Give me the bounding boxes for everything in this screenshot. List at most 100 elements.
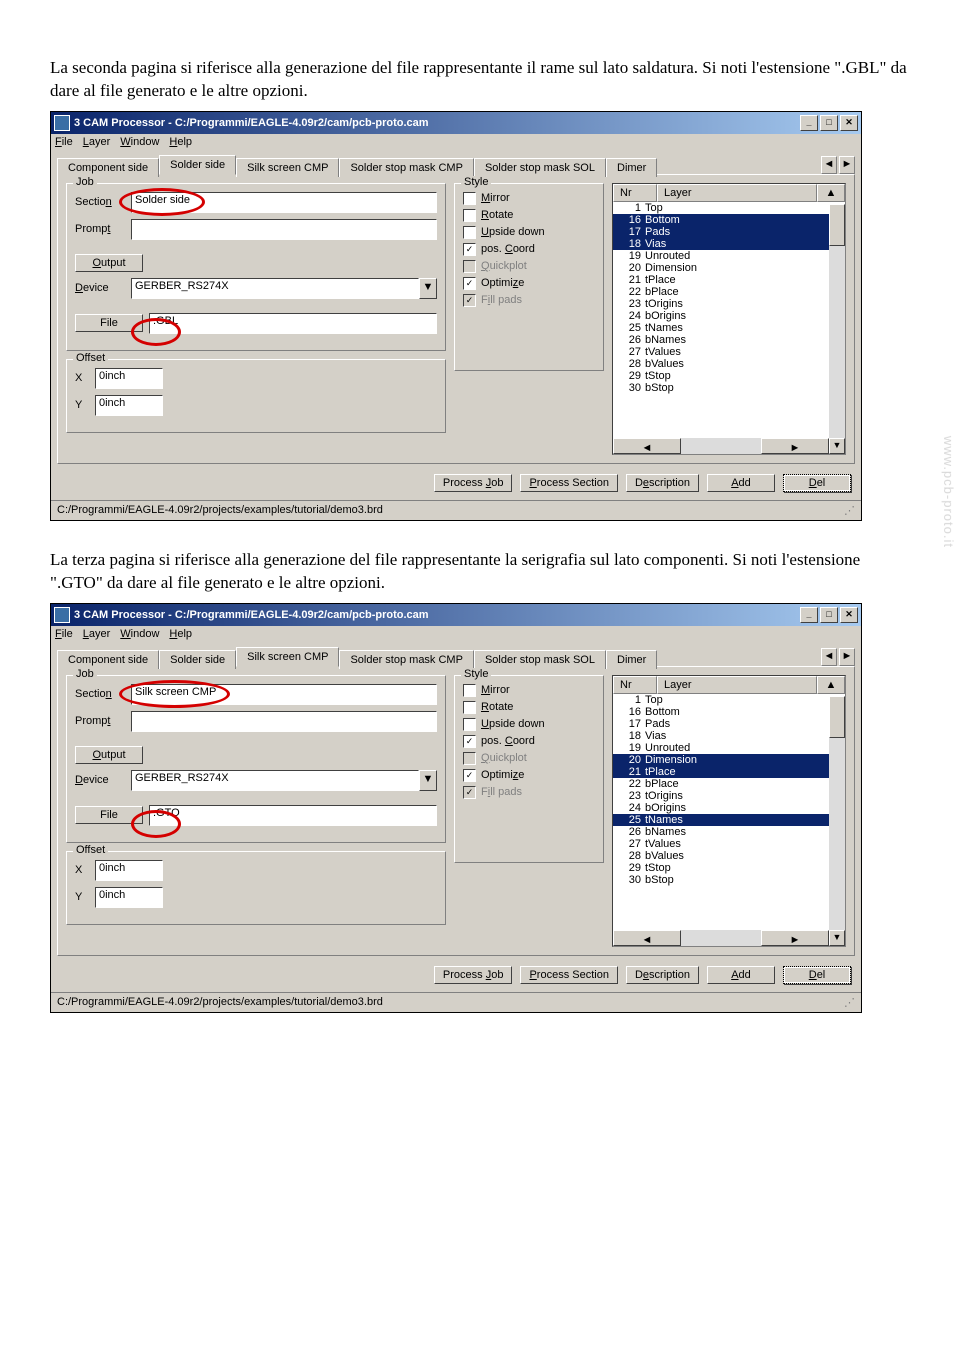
menu-file[interactable]: File	[55, 136, 73, 148]
layer-row[interactable]: 20Dimension	[613, 754, 845, 766]
resize-grip[interactable]: ⋰	[844, 996, 855, 1009]
layer-row[interactable]: 21tPlace	[613, 274, 845, 286]
layer-row[interactable]: 23tOrigins	[613, 790, 845, 802]
layer-row[interactable]: 1Top	[613, 694, 845, 706]
layer-row[interactable]: 26bNames	[613, 334, 845, 346]
tab-scroll-left[interactable]: ◄	[821, 156, 837, 174]
tab-scroll-right[interactable]: ►	[839, 156, 855, 174]
menu-window[interactable]: Window	[120, 628, 159, 640]
layer-row[interactable]: 30bStop	[613, 874, 845, 886]
poscoord-checkbox[interactable]: ✓	[463, 735, 476, 748]
layer-hscroll[interactable]: ◄►	[613, 438, 829, 454]
layer-list[interactable]: Nr Layer ▲ 1Top16Bottom17Pads18Vias19Unr…	[612, 675, 846, 947]
layer-row[interactable]: 18Vias	[613, 730, 845, 742]
tab-scroll-left[interactable]: ◄	[821, 648, 837, 666]
menu-layer[interactable]: Layer	[83, 136, 111, 148]
tab-stop-cmp[interactable]: Solder stop mask CMP	[339, 650, 473, 669]
device-select[interactable]: GERBER_RS274X	[131, 278, 419, 299]
output-button[interactable]: Output	[75, 254, 143, 272]
device-dropdown-button[interactable]: ▼	[419, 770, 437, 791]
poscoord-checkbox[interactable]: ✓	[463, 243, 476, 256]
rotate-checkbox[interactable]	[463, 701, 476, 714]
layer-row[interactable]: 27tValues	[613, 838, 845, 850]
layer-row[interactable]: 17Pads	[613, 226, 845, 238]
process-section-button[interactable]: Process Section	[520, 474, 618, 492]
section-input[interactable]: Silk screen CMP	[131, 684, 437, 705]
file-input[interactable]: .GBL	[149, 313, 437, 334]
upside-checkbox[interactable]	[463, 718, 476, 731]
file-button[interactable]: File	[75, 314, 143, 332]
file-button[interactable]: File	[75, 806, 143, 824]
tab-solder-side[interactable]: Solder side	[159, 155, 236, 175]
layer-row[interactable]: 16Bottom	[613, 214, 845, 226]
menu-layer[interactable]: Layer	[83, 628, 111, 640]
output-button[interactable]: Output	[75, 746, 143, 764]
prompt-input[interactable]	[131, 711, 437, 732]
del-button[interactable]: Del	[783, 966, 851, 984]
layer-row[interactable]: 29tStop	[613, 862, 845, 874]
offset-x-input[interactable]: 0inch	[95, 368, 163, 389]
add-button[interactable]: Add	[707, 474, 775, 492]
layer-row[interactable]: 25tNames	[613, 322, 845, 334]
tab-scroll-right[interactable]: ►	[839, 648, 855, 666]
layer-vscroll[interactable]: ▼	[829, 204, 845, 454]
tab-dimension[interactable]: Dimer	[606, 158, 657, 177]
layer-row[interactable]: 24bOrigins	[613, 310, 845, 322]
section-input[interactable]: Solder side	[131, 192, 437, 213]
menu-file[interactable]: File	[55, 628, 73, 640]
tab-stop-cmp[interactable]: Solder stop mask CMP	[339, 158, 473, 177]
description-button[interactable]: Description	[626, 474, 699, 492]
tab-solder-side[interactable]: Solder side	[159, 650, 236, 669]
layer-col-nr[interactable]: Nr	[613, 184, 657, 202]
layer-col-layer[interactable]: Layer	[657, 676, 817, 694]
layer-row[interactable]: 19Unrouted	[613, 742, 845, 754]
layer-col-nr[interactable]: Nr	[613, 676, 657, 694]
tab-silk-cmp[interactable]: Silk screen CMP	[236, 158, 339, 177]
titlebar[interactable]: 3 CAM Processor - C:/Programmi/EAGLE-4.0…	[51, 604, 861, 626]
tab-component-side[interactable]: Component side	[57, 158, 159, 177]
tab-stop-sol[interactable]: Solder stop mask SOL	[474, 650, 606, 669]
file-input[interactable]: .GTO	[149, 805, 437, 826]
optimize-checkbox[interactable]: ✓	[463, 277, 476, 290]
minimize-button[interactable]: _	[800, 115, 818, 131]
maximize-button[interactable]: □	[820, 607, 838, 623]
tab-component-side[interactable]: Component side	[57, 650, 159, 669]
resize-grip[interactable]: ⋰	[844, 504, 855, 517]
layer-row[interactable]: 17Pads	[613, 718, 845, 730]
device-dropdown-button[interactable]: ▼	[419, 278, 437, 299]
add-button[interactable]: Add	[707, 966, 775, 984]
menu-help[interactable]: Help	[169, 136, 192, 148]
layer-row[interactable]: 20Dimension	[613, 262, 845, 274]
mirror-checkbox[interactable]	[463, 684, 476, 697]
rotate-checkbox[interactable]	[463, 209, 476, 222]
menu-help[interactable]: Help	[169, 628, 192, 640]
process-section-button[interactable]: Process Section	[520, 966, 618, 984]
layer-row[interactable]: 16Bottom	[613, 706, 845, 718]
layer-row[interactable]: 28bValues	[613, 850, 845, 862]
menu-window[interactable]: Window	[120, 136, 159, 148]
layer-row[interactable]: 22bPlace	[613, 286, 845, 298]
close-button[interactable]: ✕	[840, 607, 858, 623]
upside-checkbox[interactable]	[463, 226, 476, 239]
layer-row[interactable]: 25tNames	[613, 814, 845, 826]
tab-stop-sol[interactable]: Solder stop mask SOL	[474, 158, 606, 177]
layer-row[interactable]: 26bNames	[613, 826, 845, 838]
description-button[interactable]: Description	[626, 966, 699, 984]
layer-row[interactable]: 19Unrouted	[613, 250, 845, 262]
layer-row[interactable]: 23tOrigins	[613, 298, 845, 310]
process-job-button[interactable]: Process Job	[434, 474, 513, 492]
layer-hscroll[interactable]: ◄►	[613, 930, 829, 946]
layer-vscroll[interactable]: ▼	[829, 696, 845, 946]
mirror-checkbox[interactable]	[463, 192, 476, 205]
layer-col-scroll-up[interactable]: ▲	[817, 184, 845, 202]
layer-list[interactable]: Nr Layer ▲ 1Top16Bottom17Pads18Vias19Unr…	[612, 183, 846, 455]
layer-row[interactable]: 30bStop	[613, 382, 845, 394]
layer-row[interactable]: 1Top	[613, 202, 845, 214]
layer-col-scroll-up[interactable]: ▲	[817, 676, 845, 694]
offset-x-input[interactable]: 0inch	[95, 860, 163, 881]
prompt-input[interactable]	[131, 219, 437, 240]
layer-row[interactable]: 21tPlace	[613, 766, 845, 778]
tab-dimension[interactable]: Dimer	[606, 650, 657, 669]
layer-row[interactable]: 22bPlace	[613, 778, 845, 790]
device-select[interactable]: GERBER_RS274X	[131, 770, 419, 791]
